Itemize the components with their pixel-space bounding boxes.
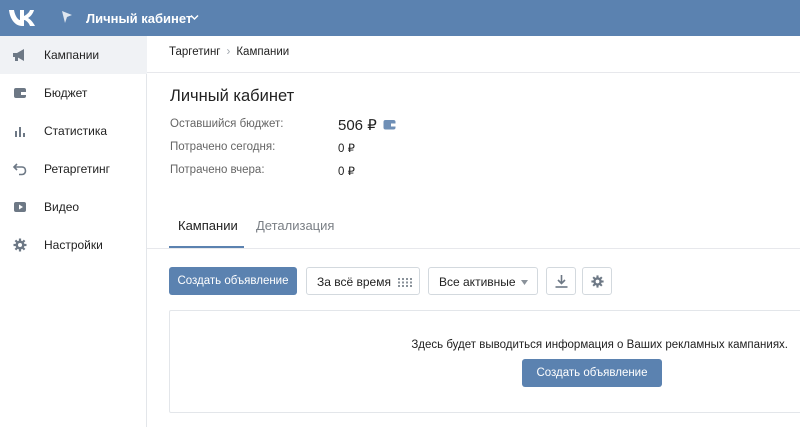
empty-state-message: Здесь будет выводиться информация о Ваши… <box>411 339 788 351</box>
sidebar-item-label: Видео <box>44 200 80 214</box>
sidebar-item-settings[interactable]: Настройки <box>0 226 147 264</box>
megaphone-icon <box>13 49 24 61</box>
status-filter-dropdown[interactable]: Все активные <box>428 267 538 295</box>
calendar-grid-icon <box>398 278 412 287</box>
settings-button[interactable] <box>582 267 612 295</box>
vk-logo-icon[interactable] <box>8 7 38 29</box>
account-title[interactable]: Личный кабинет <box>86 11 192 26</box>
spent-yesterday-label: Потрачено вчера: <box>170 164 265 176</box>
sidebar-item-label: Ретаргетинг <box>44 162 111 176</box>
wallet-icon[interactable] <box>383 119 396 130</box>
chevron-down-icon[interactable] <box>190 14 199 21</box>
sidebar-item-label: Настройки <box>44 238 103 252</box>
breadcrumb-item-targeting[interactable]: Таргетинг <box>169 46 221 58</box>
period-filter-label: За всё время <box>317 275 391 289</box>
sidebar-item-retargeting[interactable]: Ретаргетинг <box>0 150 147 188</box>
download-icon <box>555 275 568 288</box>
wallet-icon <box>14 88 26 98</box>
sidebar-item-label: Бюджет <box>44 86 88 100</box>
remaining-budget-value: 506 ₽ <box>338 117 377 134</box>
sidebar-item-label: Статистика <box>44 124 108 138</box>
gear-icon <box>591 275 604 288</box>
sidebar-item-video[interactable]: Видео <box>0 188 147 226</box>
gear-icon <box>13 238 27 252</box>
breadcrumb-item-campaigns: Кампании <box>236 46 290 58</box>
create-ad-button[interactable]: Создать объявление <box>169 267 297 295</box>
sidebar-item-campaigns[interactable]: Кампании <box>0 36 147 74</box>
sidebar-item-statistics[interactable]: Статистика <box>0 112 147 150</box>
spent-yesterday-value: 0 ₽ <box>338 166 355 178</box>
campaigns-empty-state: Здесь будет выводиться информация о Ваши… <box>169 310 800 413</box>
status-filter-label: Все активные <box>439 275 516 289</box>
video-icon <box>14 202 26 212</box>
flag-icon <box>62 11 72 23</box>
breadcrumb-separator: › <box>226 46 231 58</box>
create-ad-button-empty[interactable]: Создать объявление <box>522 359 662 387</box>
remaining-budget-label: Оставшийся бюджет: <box>170 118 284 130</box>
page-title: Личный кабинет <box>170 87 295 105</box>
sidebar: Кампании Бюджет Статистика Ретаргетинг В… <box>0 36 147 427</box>
bar-chart-icon <box>15 127 25 137</box>
sidebar-item-label: Кампании <box>44 48 100 62</box>
download-button[interactable] <box>546 267 576 295</box>
spent-today-value: 0 ₽ <box>338 143 355 155</box>
top-bar: Личный кабинет <box>0 0 800 36</box>
caret-down-icon <box>521 280 528 285</box>
return-arrow-icon <box>12 163 27 176</box>
tab-details[interactable]: Детализация <box>256 218 334 233</box>
tab-campaigns[interactable]: Кампании <box>178 218 238 233</box>
period-filter-button[interactable]: За всё время <box>306 267 420 295</box>
breadcrumb: Таргетинг › Кампании <box>169 46 289 58</box>
sidebar-item-budget[interactable]: Бюджет <box>0 74 147 112</box>
spent-today-label: Потрачено сегодня: <box>170 141 276 153</box>
divider <box>147 248 800 249</box>
divider <box>147 72 800 73</box>
